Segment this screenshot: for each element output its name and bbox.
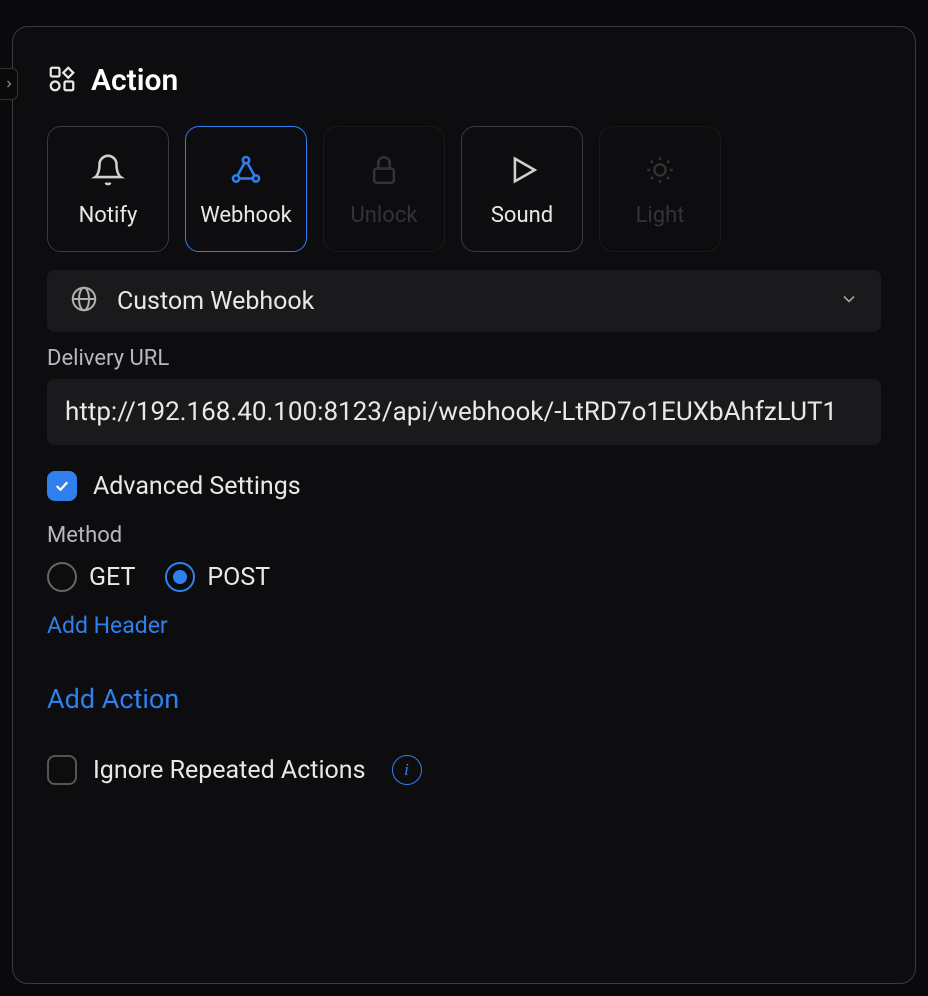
delivery-url-label: Delivery URL bbox=[47, 346, 881, 371]
advanced-settings-label: Advanced Settings bbox=[93, 472, 301, 501]
tile-label: Webhook bbox=[200, 203, 292, 228]
radio-button bbox=[165, 562, 195, 592]
ignore-repeated-checkbox[interactable] bbox=[47, 755, 77, 785]
radio-label: GET bbox=[89, 563, 135, 592]
chevron-right-icon bbox=[3, 78, 15, 90]
method-label: Method bbox=[47, 523, 881, 548]
radio-label: POST bbox=[207, 563, 270, 592]
ignore-repeated-row: Ignore Repeated Actions i bbox=[47, 755, 881, 785]
expand-tab[interactable] bbox=[0, 68, 18, 100]
panel-header: Action bbox=[47, 63, 881, 98]
method-radio-group: GET POST bbox=[47, 562, 881, 592]
ignore-repeated-label: Ignore Repeated Actions bbox=[93, 756, 366, 785]
delivery-url-input[interactable] bbox=[47, 379, 881, 445]
lock-icon bbox=[367, 151, 401, 189]
action-type-tiles: Notify Webhook Unlock Sound bbox=[47, 126, 881, 252]
webhook-type-dropdown[interactable]: Custom Webhook bbox=[47, 270, 881, 332]
radio-post[interactable]: POST bbox=[165, 562, 270, 592]
tile-webhook[interactable]: Webhook bbox=[185, 126, 307, 252]
lightbulb-icon bbox=[643, 151, 677, 189]
tile-label: Light bbox=[636, 203, 685, 228]
radio-get[interactable]: GET bbox=[47, 562, 135, 592]
tile-unlock: Unlock bbox=[323, 126, 445, 252]
radio-button bbox=[47, 562, 77, 592]
tile-sound[interactable]: Sound bbox=[461, 126, 583, 252]
dropdown-label: Custom Webhook bbox=[117, 287, 821, 316]
panel-title: Action bbox=[91, 63, 178, 98]
tile-label: Sound bbox=[491, 203, 553, 228]
webhook-icon bbox=[229, 151, 263, 189]
globe-icon bbox=[69, 284, 99, 318]
add-action-button[interactable]: Add Action bbox=[47, 683, 179, 715]
tile-label: Notify bbox=[79, 203, 138, 228]
tile-light: Light bbox=[599, 126, 721, 252]
advanced-settings-row: Advanced Settings bbox=[47, 471, 881, 501]
bell-icon bbox=[91, 151, 125, 189]
tile-notify[interactable]: Notify bbox=[47, 126, 169, 252]
chevron-down-icon bbox=[839, 289, 859, 313]
check-icon bbox=[53, 477, 71, 495]
apps-icon bbox=[47, 64, 77, 98]
play-icon bbox=[505, 151, 539, 189]
add-header-button[interactable]: Add Header bbox=[47, 612, 168, 639]
tile-label: Unlock bbox=[351, 203, 418, 228]
action-panel: Action Notify Webhook Unlock bbox=[12, 26, 916, 984]
info-icon[interactable]: i bbox=[392, 755, 422, 785]
advanced-settings-checkbox[interactable] bbox=[47, 471, 77, 501]
